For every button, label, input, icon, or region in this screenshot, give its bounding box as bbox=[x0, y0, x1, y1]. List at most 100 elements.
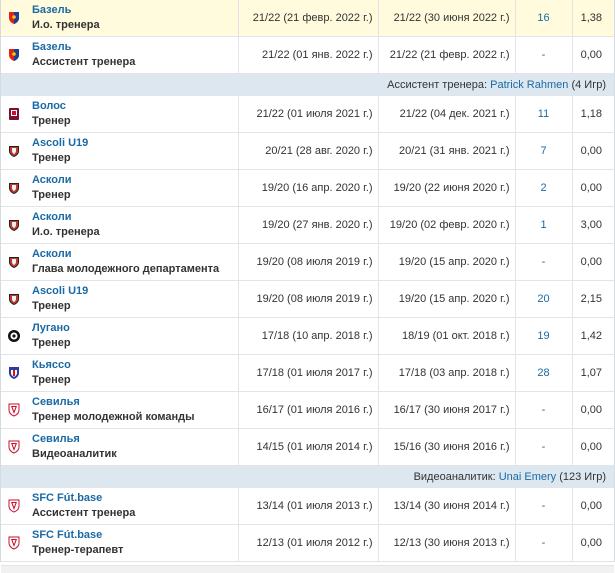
volos-crest-icon[interactable] bbox=[7, 107, 21, 121]
games-cell: - bbox=[515, 428, 573, 466]
table-row: Кьяссо Тренер 17/18 (01 июля 2017 г.) 17/18… bbox=[1, 354, 614, 392]
games-count-link[interactable]: 19 bbox=[537, 330, 549, 342]
successor-label: Ассистент тренера: bbox=[387, 78, 488, 91]
end-date-cell: 15/16 (30 июня 2016 г.) bbox=[378, 428, 516, 466]
basel-crest-icon[interactable] bbox=[7, 11, 21, 25]
table-row: Базель И.о. тренера 21/22 (21 февр. 2022 г… bbox=[1, 0, 614, 37]
end-date-cell: 17/18 (03 апр. 2018 г.) bbox=[378, 354, 516, 392]
club-name-link[interactable]: SFC Fút.base bbox=[32, 528, 123, 543]
games-count: - bbox=[541, 500, 546, 512]
club-name-link[interactable]: SFC Fút.base bbox=[32, 491, 135, 506]
ascoli-crest-icon[interactable] bbox=[7, 292, 21, 306]
points-per-match-cell: 0,00 bbox=[572, 391, 614, 429]
start-date-cell: 19/20 (27 янв. 2020 г.) bbox=[238, 206, 379, 244]
table-row: Асколи Глава молодежного департамента 19/2… bbox=[1, 243, 614, 281]
role-label: Тренер bbox=[32, 337, 71, 349]
points-per-match-cell: 2,15 bbox=[572, 280, 614, 318]
club-name-link[interactable]: Севилья bbox=[32, 395, 195, 410]
points-per-match-cell: 1,42 bbox=[572, 317, 614, 355]
successor-link[interactable]: Unai Emery bbox=[499, 471, 556, 483]
successor-games: (4 Игр) bbox=[571, 78, 606, 91]
start-date-cell: 17/18 (01 июля 2017 г.) bbox=[238, 354, 379, 392]
games-count-link[interactable]: 11 bbox=[538, 108, 549, 120]
sevilla-crest-icon[interactable] bbox=[7, 403, 21, 417]
games-cell: - bbox=[515, 36, 573, 74]
role-label: Тренер bbox=[32, 374, 71, 386]
start-date-cell: 12/13 (01 июля 2012 г.) bbox=[238, 524, 379, 562]
points-per-match-cell: 0,00 bbox=[572, 243, 614, 281]
club-name-link[interactable]: Асколи bbox=[32, 247, 219, 262]
games-count-link[interactable]: 28 bbox=[537, 367, 549, 379]
chiasso-crest-icon[interactable] bbox=[7, 366, 21, 380]
ascoli-crest-icon[interactable] bbox=[7, 181, 21, 195]
games-count-link[interactable]: 20 bbox=[537, 293, 549, 305]
start-date-cell: 21/22 (01 янв. 2022 г.) bbox=[238, 36, 379, 74]
start-date-cell: 13/14 (01 июля 2013 г.) bbox=[238, 487, 379, 525]
games-cell: 1 bbox=[515, 206, 573, 244]
end-date-cell: 16/17 (30 июня 2017 г.) bbox=[378, 391, 516, 429]
club-cell: Базель И.о. тренера bbox=[1, 0, 239, 37]
points-per-match-cell: 0,00 bbox=[572, 132, 614, 170]
games-count: - bbox=[541, 256, 546, 268]
end-date-cell: 21/22 (04 дек. 2021 г.) bbox=[378, 95, 516, 133]
successor-games: (123 Игр) bbox=[559, 470, 606, 483]
club-cell: Кьяссо Тренер bbox=[1, 354, 239, 392]
games-count: - bbox=[541, 441, 546, 453]
club-name-link[interactable]: Кьяссо bbox=[32, 358, 71, 373]
games-count-link[interactable]: 7 bbox=[540, 145, 546, 157]
role-label: Ассистент тренера bbox=[32, 56, 136, 68]
games-count: - bbox=[541, 537, 546, 549]
end-date-cell: 12/13 (30 июня 2013 г.) bbox=[378, 524, 516, 562]
club-name-link[interactable]: Волос bbox=[32, 99, 71, 114]
successor-link[interactable]: Patrick Rahmen bbox=[490, 79, 568, 91]
games-cell: - bbox=[515, 524, 573, 562]
games-cell: 16 bbox=[515, 0, 573, 37]
start-date-cell: 21/22 (21 февр. 2022 г.) bbox=[238, 0, 379, 37]
sevilla-crest-icon[interactable] bbox=[7, 440, 21, 454]
role-label: Тренер молодежной команды bbox=[32, 411, 195, 423]
games-cell: 19 bbox=[515, 317, 573, 355]
games-cell: - bbox=[515, 391, 573, 429]
end-date-cell: 21/22 (30 июня 2022 г.) bbox=[378, 0, 516, 37]
table-row: Лугано Тренер 17/18 (10 апр. 2018 г.) 18/19… bbox=[1, 317, 614, 355]
lugano-crest-icon[interactable] bbox=[7, 329, 21, 343]
club-cell: Севилья Тренер молодежной команды bbox=[1, 391, 239, 429]
club-name-link[interactable]: Севилья bbox=[32, 432, 117, 447]
games-count-link[interactable]: 1 bbox=[540, 219, 546, 231]
ascoli-crest-icon[interactable] bbox=[7, 255, 21, 269]
club-cell: Асколи Тренер bbox=[1, 169, 239, 207]
table-row: SFC Fút.base Ассистент тренера 13/14 (01 и… bbox=[1, 487, 614, 525]
club-name-link[interactable]: Асколи bbox=[32, 173, 71, 188]
club-name-link[interactable]: Базель bbox=[32, 3, 100, 18]
games-count: - bbox=[541, 404, 546, 416]
ascoli-crest-icon[interactable] bbox=[7, 218, 21, 232]
basel-crest-icon[interactable] bbox=[7, 48, 21, 62]
club-cell: Базель Ассистент тренера bbox=[1, 36, 239, 74]
club-name-link[interactable]: Асколи bbox=[32, 210, 100, 225]
table-row: SFC Fút.base Тренер-терапевт 12/13 (01 июл… bbox=[1, 524, 614, 562]
role-label: Тренер bbox=[32, 115, 71, 127]
games-count-link[interactable]: 16 bbox=[537, 12, 549, 24]
sevilla-crest-icon[interactable] bbox=[7, 536, 21, 550]
club-name-link[interactable]: Базель bbox=[32, 40, 135, 55]
career-table-body: Базель И.о. тренера 21/22 (21 февр. 2022 г… bbox=[1, 0, 614, 562]
table-row: Волос Тренер 21/22 (01 июля 2021 г.) 21/22 … bbox=[1, 95, 614, 133]
end-date-cell: 21/22 (21 февр. 2022 г.) bbox=[378, 36, 516, 74]
sevilla-crest-icon[interactable] bbox=[7, 499, 21, 513]
table-row: Севилья Видеоаналитик 14/15 (01 июля 2014 … bbox=[1, 428, 614, 466]
ascoli-crest-icon[interactable] bbox=[7, 144, 21, 158]
club-name-link[interactable]: Ascoli U19 bbox=[32, 284, 88, 299]
successor-separator-row: Видеоаналитик: Unai Emery (123 Игр) bbox=[1, 465, 614, 488]
club-cell: SFC Fút.base Тренер-терапевт bbox=[1, 524, 239, 562]
club-cell: SFC Fút.base Ассистент тренера bbox=[1, 487, 239, 525]
coach-career-table: Базель И.о. тренера 21/22 (21 февр. 2022 г… bbox=[1, 0, 614, 562]
role-label: И.о. тренера bbox=[32, 226, 100, 238]
start-date-cell: 19/20 (16 апр. 2020 г.) bbox=[238, 169, 379, 207]
games-count: - bbox=[541, 49, 546, 61]
club-name-link[interactable]: Ascoli U19 bbox=[32, 136, 88, 151]
end-date-cell: 18/19 (01 окт. 2018 г.) bbox=[378, 317, 516, 355]
games-count-link[interactable]: 2 bbox=[540, 182, 546, 194]
club-cell: Лугано Тренер bbox=[1, 317, 239, 355]
games-cell: 28 bbox=[515, 354, 573, 392]
club-name-link[interactable]: Лугано bbox=[32, 321, 71, 336]
